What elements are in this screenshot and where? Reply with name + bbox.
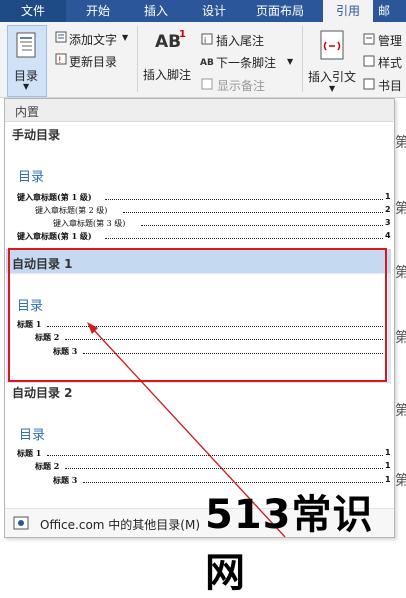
- next-footnote-button[interactable]: 下一条脚注: [216, 54, 276, 71]
- manual-toc-title: 手动目录: [12, 128, 61, 142]
- add-text-button[interactable]: 添加文字: [69, 31, 117, 48]
- auto-toc-2-heading: 目录: [19, 428, 46, 443]
- show-notes-button[interactable]: 显示备注: [217, 77, 265, 94]
- document-text-fragment: 第: [395, 265, 406, 281]
- insert-citation-label: 插入引文: [308, 70, 357, 84]
- update-toc-icon: !: [55, 53, 67, 65]
- document-text-fragment: 第: [395, 201, 406, 217]
- toc-page-number: 3: [385, 218, 391, 227]
- toc-page-number: 4: [385, 231, 391, 240]
- footnote-superscript: 1: [179, 29, 186, 40]
- svg-text:i: i: [204, 36, 206, 45]
- show-notes-icon: [201, 78, 213, 90]
- more-tocs-label: Office.com 中的其他目录(M): [40, 518, 201, 532]
- manage-sources-icon: [363, 33, 375, 45]
- toc-page-number: 1: [385, 192, 391, 201]
- manual-toc-option[interactable]: 手动目录 目录 键入章标题(第 1 级) 1 键入章标题(第 2 级) 2 键入…: [5, 122, 394, 248]
- office-com-icon: [13, 516, 29, 530]
- toc-icon: [16, 32, 36, 58]
- tab-insert[interactable]: 插入: [131, 0, 181, 22]
- builtin-label: 内置: [15, 105, 40, 119]
- svg-text:!: !: [58, 56, 62, 65]
- toc-leader: [105, 199, 383, 200]
- toc-page-number: 1: [385, 461, 391, 470]
- insert-footnote-label: 插入脚注: [143, 68, 192, 82]
- bibliography-icon: [363, 78, 375, 90]
- manual-toc-heading: 目录: [18, 170, 45, 185]
- tab-file[interactable]: 文件: [0, 0, 66, 22]
- tab-mailings[interactable]: 邮: [378, 0, 406, 22]
- add-text-icon: [55, 31, 67, 43]
- update-toc-button[interactable]: 更新目录: [69, 53, 117, 70]
- toc-entry: 标题 1: [17, 448, 42, 458]
- bibliography-button[interactable]: 书目: [378, 77, 402, 94]
- tab-design[interactable]: 设计: [189, 0, 239, 22]
- tab-references[interactable]: 引用: [323, 0, 373, 22]
- document-text-fragment: 第: [395, 330, 406, 346]
- toc-entry: 键入章标题(第 2 级): [35, 206, 108, 215]
- next-footnote-dropdown-icon[interactable]: ▼: [287, 57, 293, 66]
- manage-sources-button[interactable]: 管理: [378, 32, 402, 49]
- toc-leader: [65, 468, 383, 469]
- document-text-fragment: 第: [395, 403, 406, 419]
- gallery-section-header: 内置: [5, 99, 394, 122]
- toc-entry: 标题 2: [35, 461, 60, 471]
- insert-citation-button[interactable]: 插入引文 ▼: [306, 26, 356, 94]
- ribbon-separator: [137, 26, 138, 92]
- toc-entry: 键入章标题(第 1 级): [17, 192, 92, 202]
- toc-entry: 键入章标题(第 1 级): [17, 231, 92, 241]
- toc-page-number: 2: [385, 205, 391, 214]
- document-text-fragment: 第: [395, 135, 406, 151]
- toc-leader: [105, 238, 383, 239]
- ribbon-tab-bar: 文件 开始 插入 设计 页面布局 引用 邮: [0, 0, 406, 22]
- insert-footnote-button[interactable]: AB 1 插入脚注: [141, 26, 196, 92]
- red-highlight-box: [8, 248, 387, 382]
- toc-page-number: 1: [385, 448, 391, 457]
- ribbon-panel: 目录 ▼ 添加文字 ▼ ! 更新目录 AB 1 插入脚注 i 插入尾注 AB 下…: [0, 22, 406, 98]
- style-dropdown[interactable]: 样式: [378, 54, 402, 71]
- auto-toc-2-title: 自动目录 2: [12, 386, 73, 400]
- endnote-icon: i: [201, 33, 213, 45]
- toc-leader: [47, 455, 383, 456]
- svg-text:AB: AB: [200, 58, 214, 67]
- insert-endnote-button[interactable]: 插入尾注: [216, 32, 264, 49]
- toc-entry: 键入章标题(第 3 级): [53, 219, 126, 228]
- toc-entry: 标题 3: [53, 475, 78, 485]
- watermark-text: 513常识网: [205, 492, 374, 596]
- footnote-ab-icon: AB: [155, 32, 182, 52]
- chevron-down-icon: ▼: [23, 82, 30, 91]
- chevron-down-icon: ▼: [329, 84, 336, 93]
- toc-leader: [141, 225, 383, 226]
- add-text-dropdown-icon[interactable]: ▼: [122, 33, 128, 42]
- toc-button[interactable]: 目录 ▼: [7, 25, 47, 97]
- tab-home[interactable]: 开始: [73, 0, 123, 22]
- next-footnote-icon: AB: [200, 58, 214, 67]
- style-icon: [363, 55, 375, 67]
- citation-icon: [320, 30, 344, 60]
- ribbon-separator: [302, 26, 303, 92]
- tab-layout[interactable]: 页面布局: [247, 0, 313, 22]
- toc-leader: [123, 212, 383, 213]
